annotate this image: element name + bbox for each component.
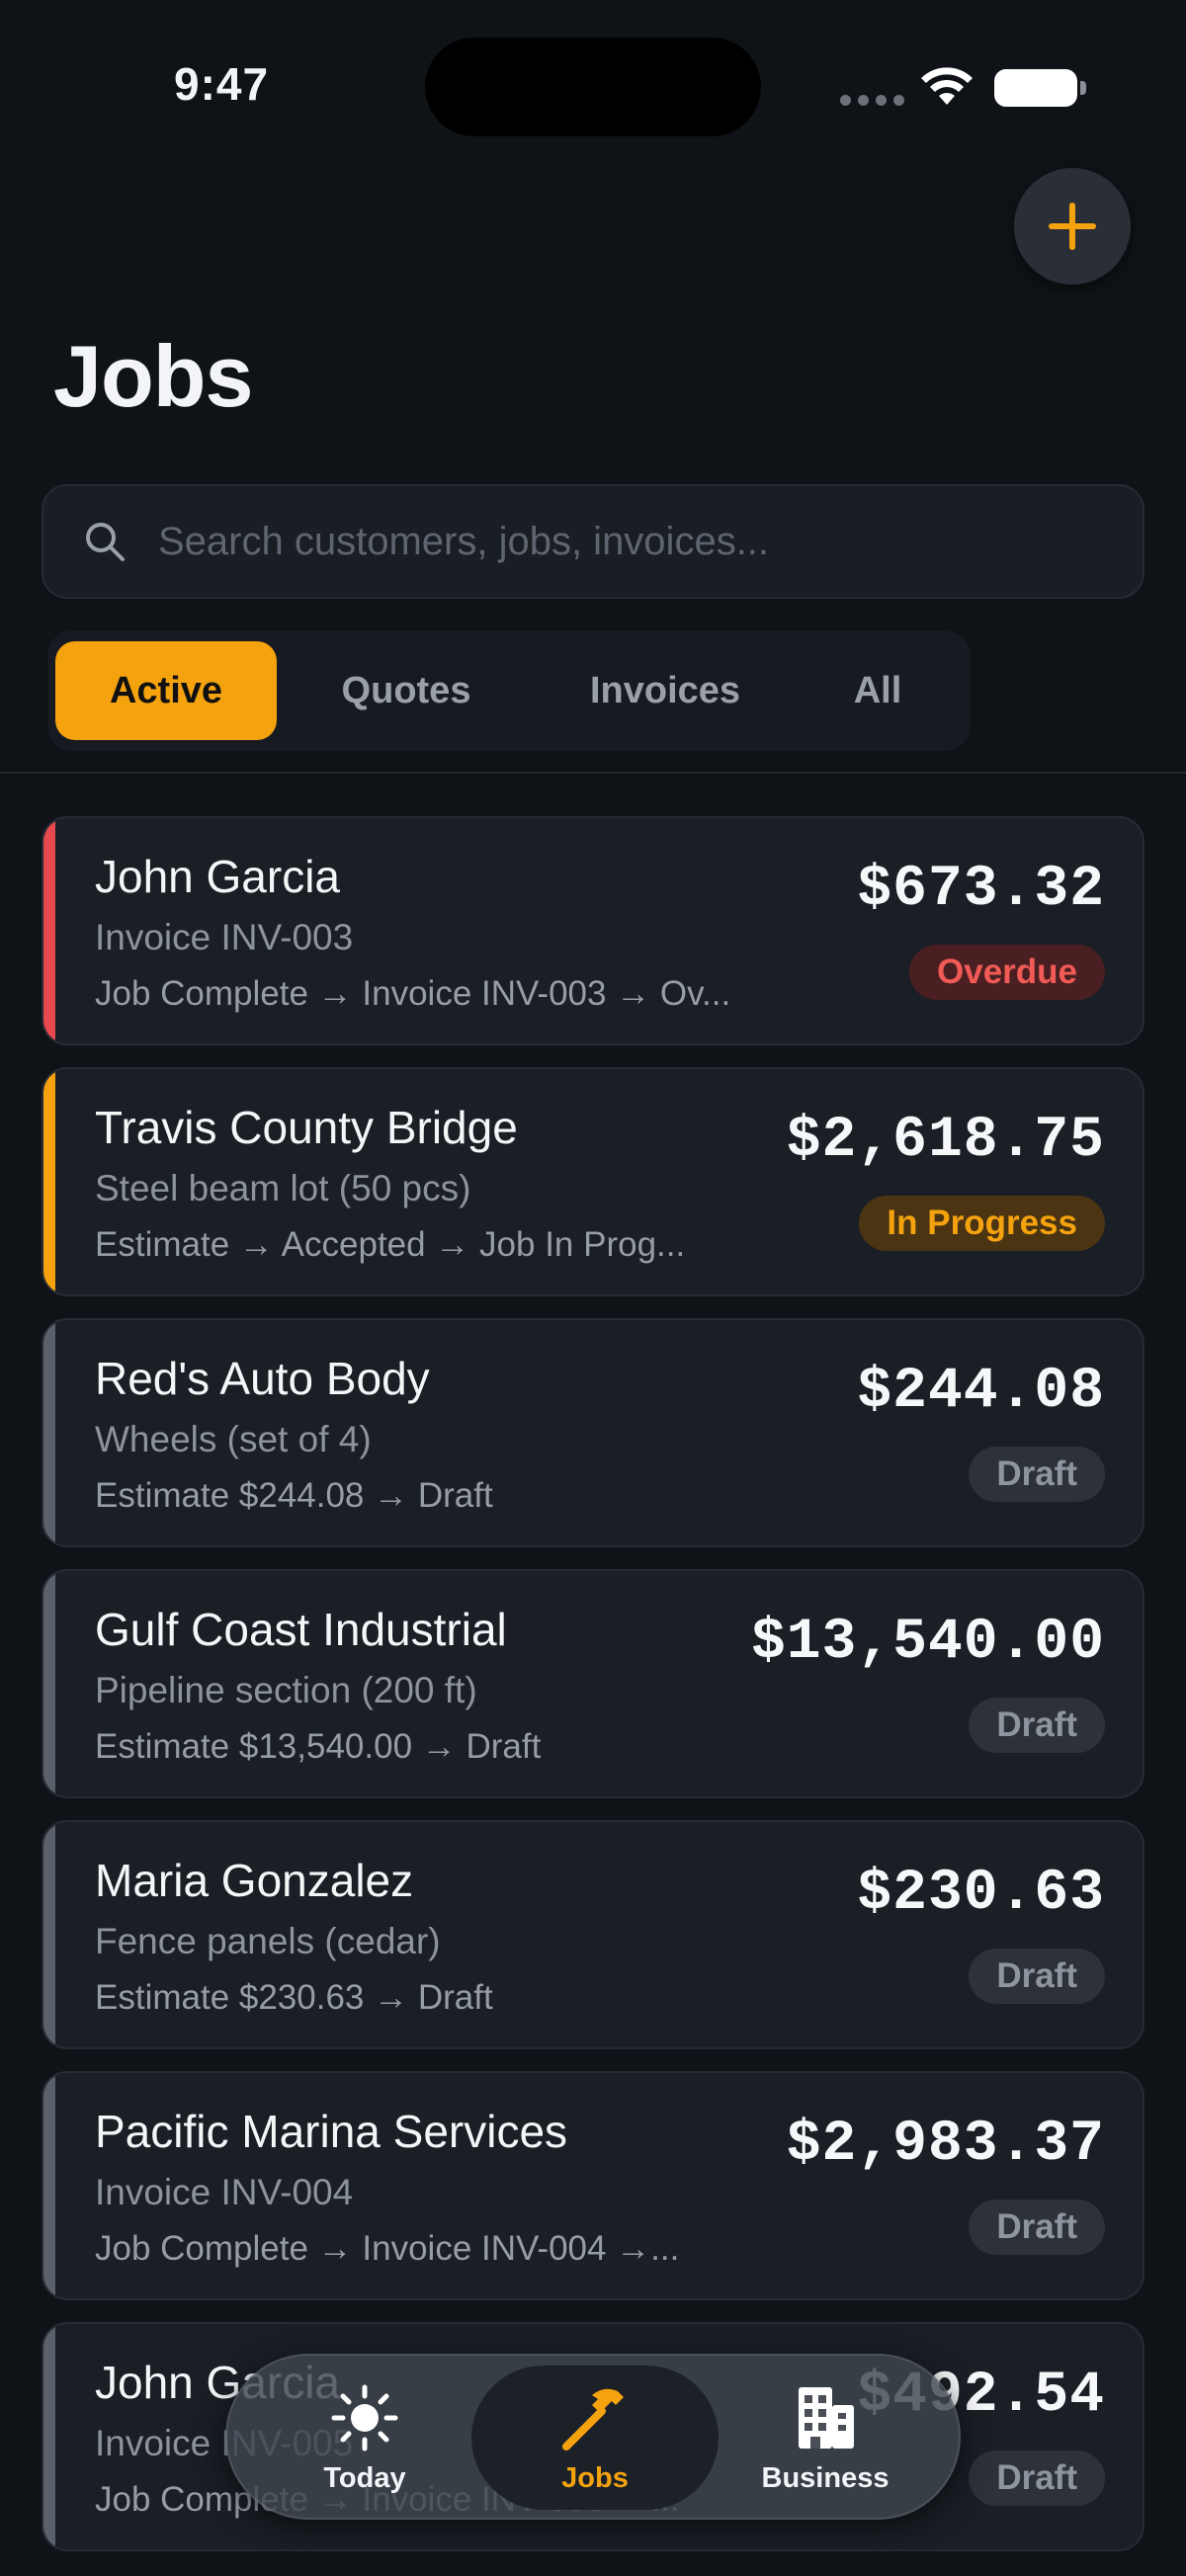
tab-bar-today[interactable]: Today [241, 2366, 488, 2510]
tab-bar-label: Jobs [561, 2461, 629, 2494]
status-badge: In Progress [859, 1196, 1105, 1251]
tab-quotes[interactable]: Quotes [277, 641, 536, 740]
job-customer: Travis County Bridge [95, 1102, 518, 1153]
status-accent-bar [43, 1822, 55, 2047]
status-accent-bar [43, 2324, 55, 2549]
job-flow: Job Complete → Invoice INV-004 →... [95, 2229, 680, 2268]
search-input[interactable] [158, 519, 1107, 564]
status-accent-bar [43, 818, 55, 1043]
status-badge: Draft [969, 2200, 1105, 2255]
search-icon [86, 523, 125, 561]
search-bar[interactable] [42, 484, 1144, 599]
job-detail: Pipeline section (200 ft) [95, 1670, 477, 1710]
status-badge: Draft [969, 1698, 1105, 1753]
plus-icon [1049, 203, 1096, 250]
job-card[interactable]: Red's Auto Body Wheels (set of 4) Estima… [42, 1318, 1144, 1547]
job-customer: Gulf Coast Industrial [95, 1604, 507, 1655]
status-accent-bar [43, 1571, 55, 1796]
tab-bar-label: Business [761, 2461, 890, 2494]
status-badge: Draft [969, 1949, 1105, 2004]
job-customer: Maria Gonzalez [95, 1855, 414, 1906]
page-title: Jobs [53, 327, 253, 425]
status-badge: Draft [969, 1447, 1105, 1502]
job-flow: Estimate $244.08 → Draft [95, 1476, 493, 1515]
add-job-button[interactable] [1014, 168, 1131, 285]
job-flow: Estimate $230.63 → Draft [95, 1978, 493, 2017]
hammer-icon [562, 2388, 624, 2451]
job-flow: Job Complete → Invoice INV-003 → Ov... [95, 974, 731, 1013]
building-icon [799, 2386, 854, 2449]
status-badge: Draft [969, 2451, 1105, 2506]
battery-icon [994, 69, 1086, 107]
tab-bar-label: Today [323, 2461, 406, 2494]
filter-tabs: Active Quotes Invoices All [47, 630, 971, 751]
job-flow: Estimate → Accepted → Job In Prog... [95, 1225, 686, 1264]
job-amount: $230.63 [857, 1862, 1105, 1926]
job-amount: $13,540.00 [750, 1611, 1105, 1675]
job-detail: Invoice INV-004 [95, 2172, 354, 2212]
tab-invoices[interactable]: Invoices [536, 641, 795, 740]
status-badge: Overdue [909, 945, 1105, 1000]
tab-bar: Today Jobs Business [225, 2354, 961, 2520]
status-accent-bar [43, 2073, 55, 2298]
status-accent-bar [43, 1320, 55, 1545]
job-amount: $244.08 [857, 1360, 1105, 1424]
job-amount: $673.32 [857, 858, 1105, 922]
job-detail: Steel beam lot (50 pcs) [95, 1168, 471, 1208]
sun-icon [331, 2384, 398, 2451]
cellular-signal-icon [840, 95, 904, 106]
tab-bar-business[interactable]: Business [702, 2366, 949, 2510]
dynamic-island [425, 38, 761, 136]
job-card[interactable]: Pacific Marina Services Invoice INV-004 … [42, 2071, 1144, 2300]
job-card[interactable]: Gulf Coast Industrial Pipeline section (… [42, 1569, 1144, 1798]
job-customer: John Garcia [95, 851, 341, 902]
job-detail: Wheels (set of 4) [95, 1419, 372, 1459]
divider [0, 772, 1186, 774]
job-detail: Invoice INV-003 [95, 917, 354, 957]
job-amount: $2,983.37 [786, 2113, 1105, 2177]
tab-bar-jobs[interactable]: Jobs [471, 2366, 719, 2510]
tab-active[interactable]: Active [55, 641, 277, 740]
status-time: 9:47 [174, 58, 270, 110]
jobs-screen: 9:47 Jobs Active Quotes Invoices All Joh… [0, 0, 1186, 2576]
wifi-icon [921, 67, 973, 105]
status-accent-bar [43, 1069, 55, 1294]
job-card[interactable]: Maria Gonzalez Fence panels (cedar) Esti… [42, 1820, 1144, 2049]
job-card[interactable]: Travis County Bridge Steel beam lot (50 … [42, 1067, 1144, 1296]
job-customer: Red's Auto Body [95, 1353, 430, 1404]
job-amount: $2,618.75 [786, 1109, 1105, 1173]
job-customer: Pacific Marina Services [95, 2106, 568, 2157]
job-card[interactable]: John Garcia Invoice INV-003 Job Complete… [42, 816, 1144, 1045]
job-detail: Fence panels (cedar) [95, 1921, 441, 1961]
job-flow: Estimate $13,540.00 → Draft [95, 1727, 542, 1766]
tab-all[interactable]: All [795, 641, 961, 740]
